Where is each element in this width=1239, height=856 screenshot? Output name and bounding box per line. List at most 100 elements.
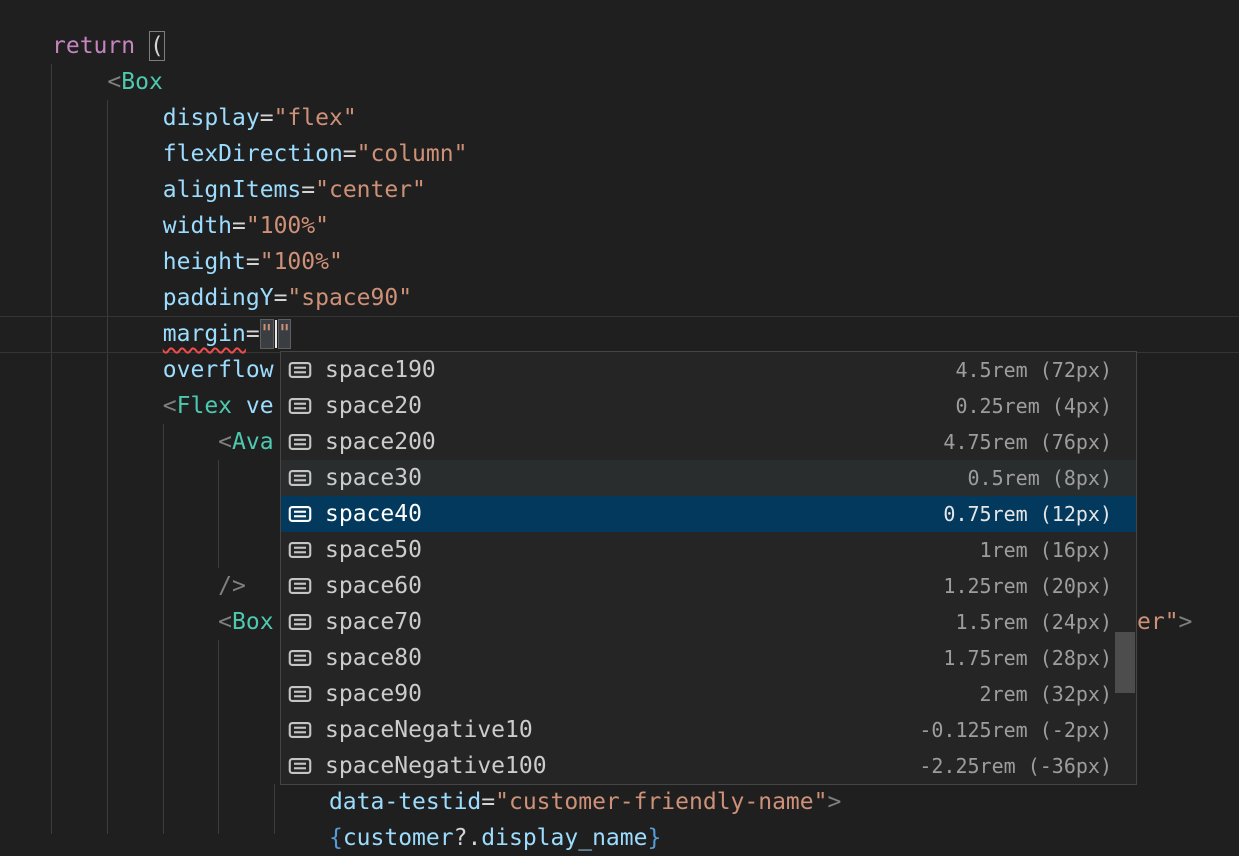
code-token	[52, 789, 329, 815]
code-token	[52, 285, 163, 311]
code-token: alignItems	[163, 177, 301, 203]
code-token: ve	[246, 393, 274, 419]
enum-member-icon	[287, 609, 313, 635]
code-line-5[interactable]: alignItems="center"	[52, 172, 426, 208]
suggestion-label: space30	[325, 465, 422, 491]
code-token: ?.	[454, 825, 482, 851]
enum-member-icon	[287, 681, 313, 707]
code-line-11[interactable]: <Flex ve	[52, 388, 274, 424]
suggestion-item-space60[interactable]: space601.25rem (20px)	[281, 568, 1136, 604]
suggestion-item-space40[interactable]: space40 0.75rem (12px)	[281, 496, 1136, 532]
suggestion-detail: 0.25rem (4px)	[955, 394, 1112, 418]
code-line-6[interactable]: width="100%"	[52, 208, 329, 244]
code-token	[52, 141, 163, 167]
code-token: <	[218, 429, 232, 455]
code-line-23[interactable]: {customer?.display_name}	[52, 820, 661, 856]
code-line-17[interactable]: <Box	[52, 604, 274, 640]
suggestion-detail: 1rem (16px)	[980, 538, 1112, 562]
code-line-3[interactable]: display="flex"	[52, 100, 357, 136]
code-line-8[interactable]: paddingY="space90"	[52, 280, 412, 316]
code-line-9[interactable]: margin=""	[52, 316, 291, 352]
code-token: =	[481, 789, 495, 815]
suggestion-label: space40	[325, 501, 422, 527]
code-token: {	[329, 825, 343, 851]
code-token: height	[163, 249, 246, 275]
code-token	[52, 249, 163, 275]
enum-member-icon	[287, 717, 313, 743]
code-token: <	[218, 609, 232, 635]
code-token: =	[301, 177, 315, 203]
code-token	[52, 393, 163, 419]
code-token	[135, 33, 149, 59]
suggestion-item-spaceNegative10[interactable]: spaceNegative10-0.125rem (-2px)	[281, 712, 1136, 748]
suggestion-detail: 4.75rem (76px)	[943, 430, 1112, 454]
code-token: "	[260, 319, 274, 349]
code-token	[52, 825, 329, 851]
suggestion-item-spaceNegative100[interactable]: spaceNegative100-2.25rem (-36px)	[281, 748, 1136, 784]
suggestion-label: space20	[325, 393, 422, 419]
code-token: er"	[1137, 609, 1179, 635]
code-token: =	[232, 213, 246, 239]
code-token	[232, 393, 246, 419]
code-line-16[interactable]: />	[52, 568, 246, 604]
suggestion-list[interactable]: space1904.5rem (72px) space20 0.25rem (4px…	[281, 352, 1136, 784]
code-token	[52, 213, 163, 239]
code-token: "100%"	[246, 213, 329, 239]
code-token: display_name	[481, 825, 647, 851]
suggestion-detail: 0.75rem (12px)	[943, 502, 1112, 526]
code-token: "space90"	[287, 285, 412, 311]
code-line-7[interactable]: height="100%"	[52, 244, 343, 280]
suggestion-detail: 1.25rem (20px)	[943, 574, 1112, 598]
code-line-10[interactable]: overflow	[52, 352, 274, 388]
code-token: customer	[343, 825, 454, 851]
code-fragment-right-of-dropdown: er">	[1137, 604, 1192, 640]
suggestion-label: space50	[325, 537, 422, 563]
suggestion-item-space30[interactable]: space300.5rem (8px)	[281, 460, 1136, 496]
suggestion-item-space200[interactable]: space200 4.75rem (76px)	[281, 424, 1136, 460]
suggestion-item-space90[interactable]: space90 2rem (32px)	[281, 676, 1136, 712]
suggestion-item-space50[interactable]: space50 1rem (16px)	[281, 532, 1136, 568]
code-line-1[interactable]: return (	[52, 28, 165, 64]
suggestion-detail: 1.5rem (24px)	[955, 610, 1112, 634]
suggestion-label: space80	[325, 645, 422, 671]
code-token: paddingY	[163, 285, 274, 311]
code-token: "flex"	[274, 105, 357, 131]
code-token: display	[163, 105, 260, 131]
code-token: />	[218, 573, 246, 599]
suggestion-detail: 4.5rem (72px)	[955, 358, 1112, 382]
code-token: Box	[232, 609, 274, 635]
code-token: }	[647, 825, 661, 851]
code-token	[52, 429, 218, 455]
code-token: flexDirection	[163, 141, 343, 167]
suggestion-item-space80[interactable]: space80 1.75rem (28px)	[281, 640, 1136, 676]
suggestion-item-space20[interactable]: space20 0.25rem (4px)	[281, 388, 1136, 424]
code-line-12[interactable]: <Ava	[52, 424, 274, 460]
enum-member-icon	[287, 753, 313, 779]
code-line-4[interactable]: flexDirection="column"	[52, 136, 467, 172]
suggestion-detail: -2.25rem (-36px)	[919, 754, 1112, 778]
suggestion-label: space200	[325, 429, 436, 455]
code-token: <	[163, 393, 177, 419]
enum-member-icon	[287, 501, 313, 527]
code-token: width	[163, 213, 232, 239]
code-token	[52, 357, 163, 383]
code-line-22[interactable]: data-testid="customer-friendly-name">	[52, 784, 841, 820]
code-token: Flex	[177, 393, 232, 419]
code-token: "100%"	[260, 249, 343, 275]
code-token	[52, 321, 163, 347]
suggestion-detail: 2rem (32px)	[980, 682, 1112, 706]
enum-member-icon	[287, 393, 313, 419]
suggestion-detail: 1.75rem (28px)	[943, 646, 1112, 670]
code-token: Ava	[232, 429, 274, 455]
dropdown-scrollbar-thumb[interactable]	[1115, 632, 1135, 693]
suggestion-item-space70[interactable]: space701.5rem (24px)	[281, 604, 1136, 640]
code-token: >	[1179, 609, 1193, 635]
suggestion-item-space190[interactable]: space1904.5rem (72px)	[281, 352, 1136, 388]
code-token	[52, 177, 163, 203]
indent-guide	[218, 460, 219, 568]
code-token: =	[343, 141, 357, 167]
code-token: data-testid	[329, 789, 481, 815]
code-line-2[interactable]: <Box	[52, 64, 163, 100]
suggestion-label: space90	[325, 681, 422, 707]
autocomplete-dropdown[interactable]: space1904.5rem (72px) space20 0.25rem (4px…	[280, 351, 1137, 785]
